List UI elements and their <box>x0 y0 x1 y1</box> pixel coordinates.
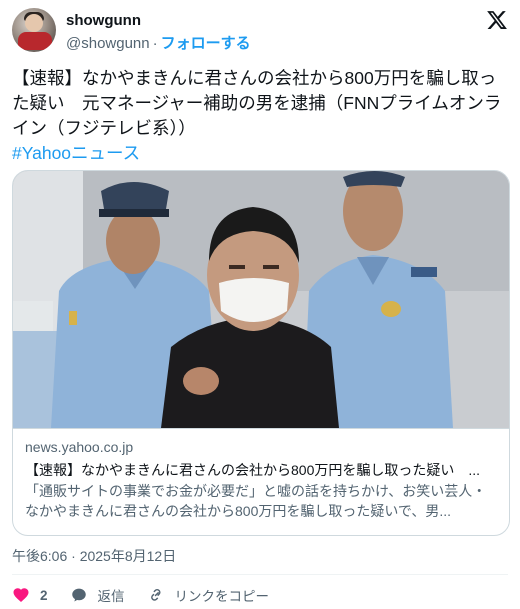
card-title: 【速報】なかやまきんに君さんの会社から800万円を騙し取った疑い ... <box>25 462 481 478</box>
card-image[interactable] <box>13 171 509 428</box>
follow-button[interactable]: フォローする <box>161 35 251 52</box>
reply-button[interactable]: 返信 <box>70 585 125 605</box>
avatar[interactable] <box>12 8 56 52</box>
tweet-text: 【速報】なかやまきんに君さんの会社から800万円を騙し取った疑い 元マネージャー… <box>12 66 512 166</box>
card-body[interactable]: news.yahoo.co.jp 【速報】なかやまきんに君さんの会社から800万… <box>13 428 509 535</box>
separator-dot: · <box>152 35 158 52</box>
action-bar: 2 返信 リンクをコピー <box>12 584 291 606</box>
author-handle[interactable]: @showgunn <box>66 35 150 52</box>
tweet-timestamp[interactable]: 午後6:06 · 2025年8月12日 <box>12 546 176 566</box>
heart-icon <box>13 588 29 603</box>
tweet-header: showgunn @showgunn · フォローする <box>12 8 508 52</box>
tweet-body: 【速報】なかやまきんに君さんの会社から800万円を騙し取った疑い 元マネージャー… <box>12 68 502 138</box>
author-handle-row: @showgunn · フォローする <box>66 32 251 53</box>
hashtag-link[interactable]: #Yahooニュース <box>12 141 512 166</box>
card-domain: news.yahoo.co.jp <box>25 439 134 455</box>
reply-icon <box>71 588 86 602</box>
link-card[interactable]: news.yahoo.co.jp 【速報】なかやまきんに君さんの会社から800万… <box>12 170 510 536</box>
card-description: 「通販サイトの事業でお金が必要だ」と嘘の話を持ちかけ、お笑い芸人・なかやまきんに… <box>25 483 487 519</box>
copy-link-button[interactable]: リンクをコピー <box>147 585 270 605</box>
like-button[interactable]: 2 <box>12 586 48 604</box>
divider <box>12 574 508 575</box>
x-logo-icon[interactable] <box>486 9 508 31</box>
reply-label: 返信 <box>97 589 125 604</box>
copy-link-label: リンクをコピー <box>174 589 270 604</box>
link-icon <box>150 588 161 601</box>
like-count: 2 <box>40 587 48 603</box>
author-name[interactable]: showgunn <box>66 12 141 29</box>
